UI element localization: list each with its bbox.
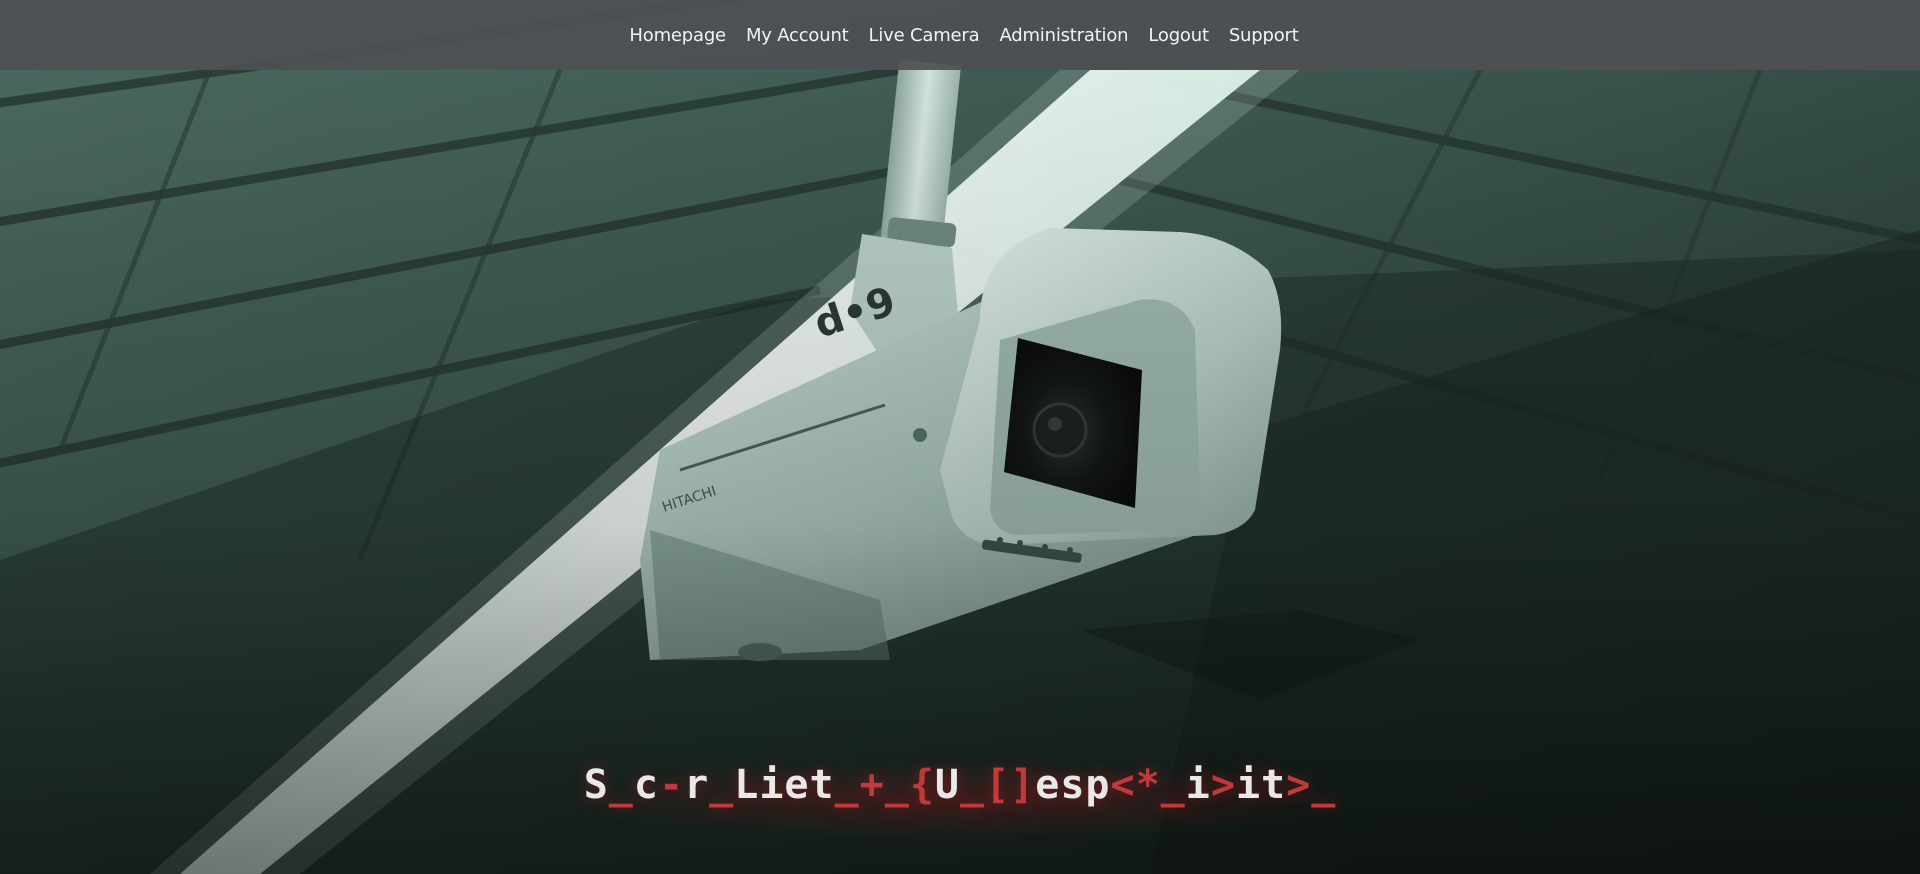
title-segment: Liet [734, 762, 835, 808]
nav-item-support: Support [1229, 25, 1299, 46]
title-glitch-segment: >_ [1286, 762, 1337, 808]
title-glitch-segment: { [909, 762, 935, 808]
title-glitch-segment: _ [709, 762, 735, 808]
title-segment: c [633, 762, 659, 808]
nav-link-administration[interactable]: Administration [999, 25, 1128, 46]
title-glitch-segment: _ [608, 762, 634, 808]
nav-link-logout[interactable]: Logout [1148, 25, 1209, 46]
nav-item-my-account: My Account [746, 25, 849, 46]
security-camera-background: d•9 HITACHI [0, 0, 1920, 874]
title-glitch-segment: <*_ [1110, 762, 1186, 808]
title-glitch-segment: _+_ [834, 762, 910, 808]
title-glitch-segment: _[] [960, 762, 1036, 808]
nav-menu: Homepage My Account Live Camera Administ… [629, 25, 1298, 46]
top-navigation-bar: Homepage My Account Live Camera Administ… [0, 0, 1920, 70]
hero-glitch-title: S_c-r_Liet_+_{U_[]esp<*_i>it>_ [0, 762, 1920, 808]
nav-item-logout: Logout [1148, 25, 1209, 46]
title-segment: S [583, 762, 609, 808]
nav-link-homepage[interactable]: Homepage [629, 25, 726, 46]
nav-link-support[interactable]: Support [1229, 25, 1299, 46]
title-segment: it [1235, 762, 1287, 808]
title-glitch-segment: - [658, 762, 685, 808]
title-glitch-segment: > [1210, 762, 1236, 808]
nav-link-live-camera[interactable]: Live Camera [869, 25, 980, 46]
title-segment: esp [1035, 762, 1111, 808]
nav-link-my-account[interactable]: My Account [746, 25, 849, 46]
page: d•9 HITACHI Homepage [0, 0, 1920, 874]
title-segment: r [684, 762, 710, 808]
nav-item-homepage: Homepage [629, 25, 726, 46]
title-segment: U [934, 762, 961, 808]
nav-item-live-camera: Live Camera [869, 25, 980, 46]
nav-item-administration: Administration [999, 25, 1128, 46]
title-segment: i [1185, 762, 1211, 808]
